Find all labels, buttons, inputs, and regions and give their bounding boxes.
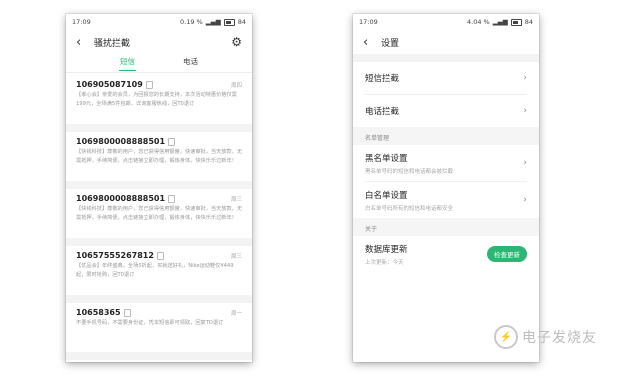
sms-block-label: 短信拦截 [365, 74, 400, 84]
list-item[interactable]: 1069800008888501 周三 【快钱科技】尊敬的用户，您已获得信用额度，… [66, 189, 252, 246]
sim-icon [168, 137, 176, 146]
title-bar: ‹ 设置 [353, 30, 539, 54]
list-item[interactable]: 10657555267812 周三 【优品会】年终盛典，全场5折起，买就送好礼，N… [66, 246, 252, 303]
whitelist-subtitle: 白名单号码所有的短信和电话都安全 [365, 205, 454, 212]
spam-block-screen: 17:09 0.19 % ▂▄▆ 84 ‹ 骚扰拦截 ⚙ 短信 电话 10690… [66, 14, 252, 362]
tab-calls[interactable]: 电话 [183, 56, 198, 70]
sender-number: 1069800008888501 [76, 194, 166, 203]
settings-screen: 17:09 4.04 % ▂▄▆ 84 ‹ 设置 短信拦截 › 电话拦截 › 名… [353, 14, 539, 362]
back-arrow-icon[interactable]: ‹ [76, 36, 90, 49]
signal-icon: ▂▄▆ [205, 18, 221, 26]
list-item[interactable]: 106905087109 周四 【孝心会】亲爱的会员，为回报您的长期支持，本次活动… [66, 75, 252, 132]
sim-icon [156, 251, 164, 260]
battery-icon [510, 18, 522, 26]
whitelist-title: 白名单设置 [365, 190, 408, 201]
database-update-title: 数据库更新 [365, 244, 408, 255]
sender-number: 106905087109 [76, 80, 143, 89]
chevron-right-icon: › [523, 158, 527, 168]
message-preview: 【快钱科技】尊敬的用户，您已获得信用额度，快速审批，当天放款，无需抵押，手续简便… [76, 206, 242, 221]
page-title: 设置 [381, 38, 400, 49]
status-time: 17:09 [359, 18, 378, 26]
status-speed: 0.19 % [180, 18, 203, 26]
sim-icon [145, 80, 153, 89]
message-list: 106905087109 周四 【孝心会】亲爱的会员，为回报您的长期支持，本次活动… [66, 75, 252, 360]
status-speed: 4.04 % [467, 18, 490, 26]
watermark-text: 电子发烧友 [522, 330, 597, 346]
title-bar: ‹ 骚扰拦截 ⚙ [66, 30, 252, 54]
call-block-label: 电话拦截 [365, 107, 400, 117]
chevron-right-icon: › [523, 106, 527, 116]
tab-bar: 短信 电话 [66, 54, 252, 72]
list-item[interactable]: 10658365 周一 不要手机号码，不需要身份证，凭本短信即可领取，回复TD退订 [66, 303, 252, 360]
message-date: 周三 [230, 197, 242, 203]
battery-icon [223, 18, 235, 26]
message-date: 周四 [230, 83, 242, 89]
gear-icon[interactable]: ⚙ [231, 35, 242, 49]
tab-sms[interactable]: 短信 [119, 56, 136, 71]
watermark-logo: ⚡ 电子发烧友 [494, 325, 597, 349]
message-date: 周一 [230, 311, 242, 317]
battery-level: 84 [524, 18, 533, 26]
about-header: 关于 [353, 218, 539, 236]
call-block-row[interactable]: 电话拦截 › [353, 95, 539, 127]
message-preview: 不要手机号码，不需要身份证，凭本短信即可领取，回复TD退订 [76, 320, 224, 326]
sender-number: 1069800008888501 [76, 137, 166, 146]
blacklist-row[interactable]: 黑名单设置 黑名单号码的短信和电话都会被拦截 › [353, 145, 539, 181]
database-update-row: 数据库更新 上次更新：今天 检查更新 [353, 236, 539, 272]
status-bar: 17:09 4.04 % ▂▄▆ 84 [353, 14, 539, 30]
check-update-button[interactable]: 检查更新 [487, 246, 527, 262]
list-management-header: 名单管理 [353, 127, 539, 145]
message-date: 周三 [230, 254, 242, 260]
last-update-text: 上次更新：今天 [365, 259, 404, 266]
sim-icon [123, 308, 131, 317]
status-bar: 17:09 0.19 % ▂▄▆ 84 [66, 14, 252, 30]
chevron-right-icon: › [523, 73, 527, 83]
sender-number: 10658365 [76, 308, 121, 317]
message-preview: 【孝心会】亲爱的会员，为回报您的长期支持，本次活动特惠价格仅需199元，全场满5… [76, 92, 237, 107]
signal-icon: ▂▄▆ [492, 18, 508, 26]
whitelist-row[interactable]: 白名单设置 白名单号码所有的短信和电话都安全 › [353, 182, 539, 218]
chevron-right-icon: › [523, 195, 527, 205]
sms-block-row[interactable]: 短信拦截 › [353, 62, 539, 94]
status-time: 17:09 [72, 18, 91, 26]
battery-level: 84 [237, 18, 246, 26]
message-preview: 【快钱科技】尊敬的用户，您已获得信用额度，快速审批，当天放款，无需抵押，手续简便… [76, 149, 242, 164]
back-arrow-icon[interactable]: ‹ [363, 36, 377, 49]
message-preview: 【优品会】年终盛典，全场5折起，买就送好礼，Nike运动鞋仅¥449起，限时抢购… [76, 263, 234, 278]
sim-icon [168, 194, 176, 203]
logo-icon: ⚡ [494, 325, 518, 349]
sender-number: 10657555267812 [76, 251, 154, 260]
page-title: 骚扰拦截 [94, 38, 131, 49]
blacklist-subtitle: 黑名单号码的短信和电话都会被拦截 [365, 168, 454, 175]
list-item[interactable]: 1069800008888501 【快钱科技】尊敬的用户，您已获得信用额度，快速… [66, 132, 252, 189]
blacklist-title: 黑名单设置 [365, 153, 408, 164]
